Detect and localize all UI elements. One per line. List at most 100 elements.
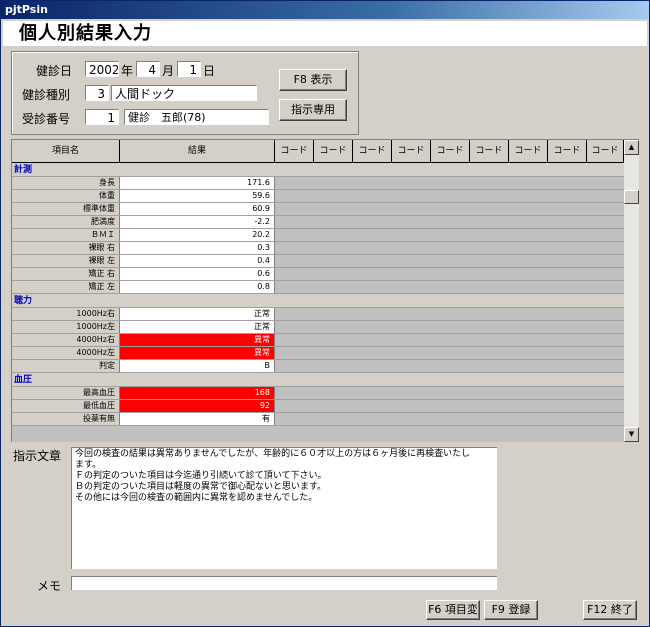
day-field[interactable]: 1 [177, 61, 201, 77]
table-row: 標準体重 60.9 [12, 203, 624, 216]
year-field[interactable]: 2002 [85, 61, 119, 77]
instruction-only-button[interactable]: 指示専用 [279, 99, 347, 121]
instruction-label: 指示文章 [13, 449, 62, 463]
table-row: 4000Hz左 異常 [12, 347, 624, 360]
result-cell[interactable]: -2.2 [120, 216, 275, 228]
table-row: 体重 59.6 [12, 190, 624, 203]
code-cells[interactable] [275, 203, 624, 215]
f9-register-button[interactable]: F9 登録 [484, 600, 538, 620]
page-title: 個人別結果入力 [19, 23, 152, 44]
result-cell[interactable]: 異常 [120, 347, 275, 359]
result-cell[interactable]: 171.6 [120, 177, 275, 189]
grid-scrollbar[interactable]: ▲ ▼ [624, 140, 639, 442]
code-cells[interactable] [275, 281, 624, 293]
column-header-code: コード [470, 140, 509, 162]
year-unit-label: 年 [121, 64, 134, 78]
item-name-cell: 身長 [12, 177, 120, 189]
table-row: 身長 171.6 [12, 177, 624, 190]
app-window: pjtPsin 個人別結果入力 健診日 2002 年 4 月 1 日 健診種別 … [0, 0, 650, 627]
grid-section-header: 計測 [12, 163, 624, 177]
result-cell[interactable]: 59.6 [120, 190, 275, 202]
exam-date-label: 健診日 [36, 64, 73, 78]
window-title: pjtPsin [5, 3, 48, 16]
instruction-line: 今回の検査の結果は異常ありませんでしたが、年齢的に６０才以上の方は６ヶ月後に再検… [75, 449, 471, 459]
column-header-code: コード [275, 140, 314, 162]
item-name-cell: 1000Hz右 [12, 308, 120, 320]
code-cells[interactable] [275, 347, 624, 359]
f8-display-button[interactable]: F8 表示 [279, 69, 347, 91]
column-header-result: 結果 [120, 140, 275, 162]
item-name-cell: 体重 [12, 190, 120, 202]
code-cells[interactable] [275, 413, 624, 425]
column-header-code: コード [587, 140, 624, 162]
instruction-line: その他には今回の検査の範囲内に異常を認めませんでした。 [75, 493, 318, 503]
result-cell[interactable]: 有 [120, 413, 275, 425]
result-cell[interactable]: 0.3 [120, 242, 275, 254]
month-field[interactable]: 4 [136, 61, 160, 77]
result-cell[interactable]: 168 [120, 387, 275, 399]
code-cells[interactable] [275, 387, 624, 399]
result-cell[interactable]: 20.2 [120, 229, 275, 241]
result-cell[interactable]: B [120, 360, 275, 372]
item-name-cell: 投薬有無 [12, 413, 120, 425]
result-cell[interactable]: 0.6 [120, 268, 275, 280]
column-header-code: コード [509, 140, 548, 162]
memo-field[interactable] [71, 576, 497, 590]
result-cell[interactable]: 0.8 [120, 281, 275, 293]
table-row: 裸眼 左 0.4 [12, 255, 624, 268]
exam-info-panel: 健診日 2002 年 4 月 1 日 健診種別 3 人間ドック 受診番号 1 健… [11, 51, 359, 135]
exam-type-code-field[interactable]: 3 [85, 85, 109, 101]
code-cells[interactable] [275, 190, 624, 202]
month-unit-label: 月 [162, 64, 175, 78]
table-row: 最低血圧 92 [12, 400, 624, 413]
code-cells[interactable] [275, 308, 624, 320]
instruction-line: ます。 [75, 460, 102, 470]
grid-body: 計測 身長 171.6 体重 59.6 標準体重 60.9 肥満度 -2.2 ＢＭＩ 20.2 裸眼 … [12, 163, 624, 426]
results-grid: 項目名 結果 コード コード コード コード コード コード コード コード コ… [11, 139, 639, 442]
f6-change-item-button[interactable]: F6 項目変 [426, 600, 480, 620]
code-cells[interactable] [275, 242, 624, 254]
result-cell[interactable]: 正常 [120, 308, 275, 320]
table-row: ＢＭＩ 20.2 [12, 229, 624, 242]
f12-exit-button[interactable]: F12 終了 [583, 600, 637, 620]
receipt-number-field[interactable]: 1 [85, 109, 119, 125]
day-unit-label: 日 [203, 64, 216, 78]
table-row: 4000Hz右 異常 [12, 334, 624, 347]
item-name-cell: 裸眼 右 [12, 242, 120, 254]
item-name-cell: 矯正 左 [12, 281, 120, 293]
grid-section-header: 血圧 [12, 373, 624, 387]
scroll-down-icon[interactable]: ▼ [624, 427, 639, 442]
code-cells[interactable] [275, 268, 624, 280]
code-cells[interactable] [275, 216, 624, 228]
result-cell[interactable]: 0.4 [120, 255, 275, 267]
code-cells[interactable] [275, 334, 624, 346]
item-name-cell: 矯正 右 [12, 268, 120, 280]
table-row: 矯正 左 0.8 [12, 281, 624, 294]
item-name-cell: 4000Hz右 [12, 334, 120, 346]
code-cells[interactable] [275, 400, 624, 412]
item-name-cell: 最低血圧 [12, 400, 120, 412]
code-cells[interactable] [275, 177, 624, 189]
table-row: 裸眼 右 0.3 [12, 242, 624, 255]
column-header-code: コード [548, 140, 587, 162]
instruction-line: Ｆの判定のついた項目は今迄通り引続いて診て頂いて下さい。 [75, 471, 327, 481]
instruction-text-area[interactable]: 今回の検査の結果は異常ありませんでしたが、年齢的に６０才以上の方は６ヶ月後に再検… [71, 447, 497, 569]
table-row: 矯正 右 0.6 [12, 268, 624, 281]
result-cell[interactable]: 正常 [120, 321, 275, 333]
item-name-cell: 肥満度 [12, 216, 120, 228]
code-cells[interactable] [275, 255, 624, 267]
receipt-number-label: 受診番号 [22, 112, 71, 126]
item-name-cell: 最高血圧 [12, 387, 120, 399]
scroll-thumb[interactable] [624, 190, 639, 204]
scroll-up-icon[interactable]: ▲ [624, 140, 639, 155]
exam-type-name: 人間ドック [111, 85, 257, 101]
code-cells[interactable] [275, 321, 624, 333]
result-cell[interactable]: 異常 [120, 334, 275, 346]
title-bar: pjtPsin [1, 1, 649, 19]
code-cells[interactable] [275, 229, 624, 241]
table-row: 肥満度 -2.2 [12, 216, 624, 229]
result-cell[interactable]: 60.9 [120, 203, 275, 215]
page-title-bar: 個人別結果入力 [3, 21, 647, 46]
code-cells[interactable] [275, 360, 624, 372]
result-cell[interactable]: 92 [120, 400, 275, 412]
